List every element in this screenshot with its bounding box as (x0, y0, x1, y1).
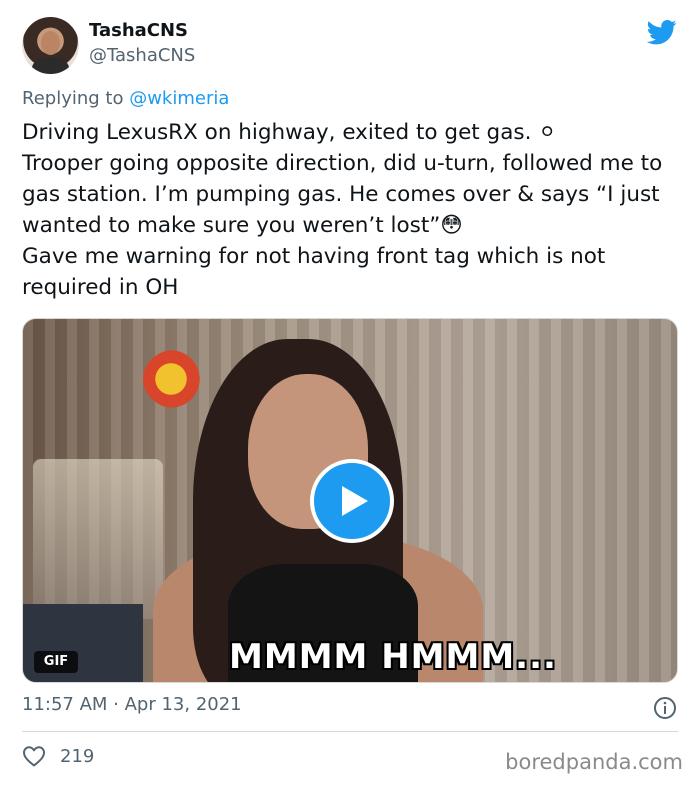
replying-prefix: Replying to (22, 88, 130, 109)
gif-media[interactable]: MMMM HMMM... GIF (22, 318, 678, 683)
display-name[interactable]: TashaCNS (89, 20, 188, 41)
tweet-timestamp[interactable]: 11:57 AM · Apr 13, 2021 (22, 694, 242, 715)
replying-to: Replying to @wkimeria (22, 88, 229, 109)
avatar-shirt (32, 57, 69, 74)
avatar[interactable] (22, 17, 79, 74)
avatar-face (41, 31, 60, 55)
play-button[interactable] (310, 459, 394, 543)
gif-badge: GIF (34, 651, 78, 673)
tweet-card: TashaCNS @TashaCNS Replying to @wkimeria… (0, 0, 700, 785)
twitter-bird-icon[interactable] (647, 20, 677, 45)
play-icon (342, 486, 368, 516)
watermark: boredpanda.com (505, 750, 683, 774)
user-handle[interactable]: @TashaCNS (89, 45, 195, 66)
tweet-text: Driving LexusRX on highway, exited to ge… (22, 120, 663, 300)
hair-flower (143, 349, 213, 409)
background-bottles (33, 459, 163, 619)
like-count: 219 (60, 745, 95, 767)
reply-mention-link[interactable]: @wkimeria (129, 88, 229, 109)
like-button[interactable]: 219 (22, 745, 94, 767)
info-icon[interactable] (653, 696, 677, 720)
gif-caption: MMMM HMMM... (229, 637, 557, 677)
divider (22, 731, 678, 732)
heart-icon (23, 746, 45, 767)
